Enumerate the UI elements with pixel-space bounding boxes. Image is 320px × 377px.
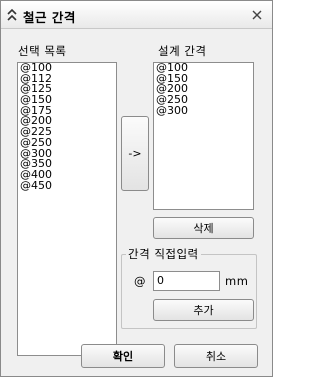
close-icon [252, 10, 262, 20]
direct-input-group-label: 간격 직접입력 [126, 246, 201, 262]
dialog-title: 철근 간격 [23, 10, 76, 25]
chevrons-icon [7, 8, 17, 21]
cancel-button[interactable]: 취소 [174, 344, 258, 368]
add-button[interactable]: 추가 [153, 299, 254, 321]
delete-button[interactable]: 삭제 [153, 217, 254, 239]
move-right-button[interactable]: -> [121, 116, 149, 191]
spacing-input[interactable]: 0 [153, 271, 220, 291]
unit-label: mm [225, 274, 249, 288]
title-bar[interactable]: 철근 간격 [1, 1, 272, 29]
select-listbox[interactable]: @100 @112 @125 @150 @175 @200 @225 @250 @300 @350… [17, 62, 117, 356]
list-item[interactable]: @300 [154, 105, 253, 117]
design-listbox[interactable]: @100 @150 @200 @250 @300 [153, 62, 254, 210]
design-list-label: 설계 간격 [158, 44, 207, 58]
list-item[interactable]: @450 [18, 180, 116, 192]
dialog-window: 철근 간격 선택 목록 @100 @112 @125 @150 @175 @200 @225… [0, 0, 273, 377]
close-button[interactable] [248, 6, 266, 24]
at-prefix-label: @ [134, 274, 146, 288]
ok-button[interactable]: 확인 [81, 344, 165, 368]
select-list-label: 선택 목록 [18, 44, 67, 58]
